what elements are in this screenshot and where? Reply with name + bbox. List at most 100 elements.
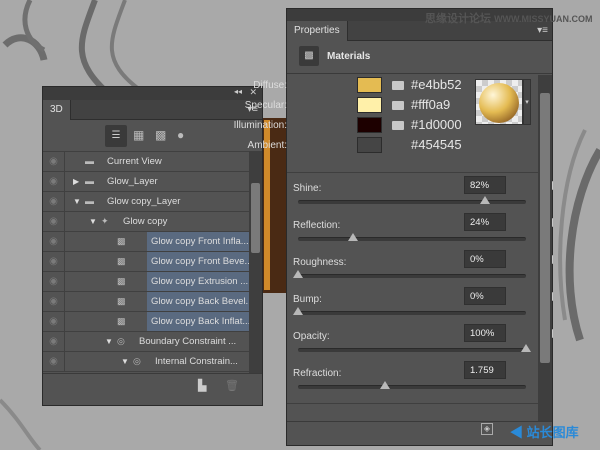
properties-scrollbar[interactable] [538, 75, 552, 421]
color-swatch[interactable] [357, 97, 382, 113]
texture-folder-icon[interactable] [392, 81, 404, 90]
tree-row-label: Glow copy Back Inflat... [151, 316, 251, 327]
watermark: 思缘设计论坛 WWW.MISSYUAN.COM [425, 13, 593, 25]
material-icon: ▩ [117, 236, 126, 246]
slider-value-input[interactable]: 24% [464, 213, 506, 231]
color-label: Illumination: [233, 120, 287, 131]
tree-row-label: Glow copy Front Infla... [151, 236, 249, 247]
slider-value-input[interactable]: 82% [464, 176, 506, 194]
texture-folder-icon[interactable] [392, 101, 404, 110]
tree-row-label: Glow copy Front Beve... [151, 256, 253, 267]
tree-row[interactable]: ◉ ▼ ◎ Boundary Constraint ... [43, 332, 249, 352]
scrollbar-thumb[interactable] [251, 183, 260, 253]
tab-3d[interactable]: 3D [43, 100, 71, 120]
tree-row-label: Boundary Constraint ... [139, 336, 237, 347]
collapse-arrow-icon[interactable]: ▼ [89, 217, 97, 226]
panel-footer: ▙ 🗑 [43, 373, 262, 397]
tree-row[interactable]: ◉ ▩ Glow copy Front Infla... [43, 232, 249, 252]
slider-value-input[interactable]: 100% [464, 324, 506, 342]
slider-thumb[interactable] [521, 344, 531, 352]
tree-scrollbar[interactable] [249, 151, 262, 373]
slider-label: Reflection: [293, 220, 341, 231]
tree-row[interactable]: ◉ ▶ ▬ Glow_Layer [43, 172, 249, 192]
tree-row[interactable]: ◉ ▼ ▬ Glow copy_Layer [43, 192, 249, 212]
tree-row[interactable]: ◉ ▼ ◎ Internal Constrain... [43, 352, 249, 372]
material-icon: ▩ [117, 256, 126, 266]
visibility-eye-icon[interactable]: ◉ [43, 192, 65, 212]
constraint-icon: ◎ [117, 336, 125, 346]
collapse-arrow-icon[interactable]: ▼ [121, 357, 129, 366]
slider-label: Roughness: [293, 257, 347, 268]
trash-icon[interactable]: 🗑 [225, 379, 239, 392]
slider-track[interactable] [293, 270, 526, 278]
scrollbar-thumb[interactable] [540, 93, 550, 363]
material-preview[interactable] [475, 79, 523, 125]
tree-row-label: Glow copy_Layer [107, 196, 181, 207]
tree-row[interactable]: ◉ ▩ Glow copy Back Inflat... [43, 312, 251, 332]
color-label: Specular: [244, 100, 287, 111]
slider-track[interactable] [298, 196, 526, 204]
visibility-eye-icon[interactable]: ◉ [43, 292, 65, 312]
texture-folder-icon[interactable] [392, 121, 404, 130]
material-icon[interactable]: ▩ [155, 128, 166, 142]
material-icon: ▩ [117, 276, 126, 286]
light-icon[interactable]: ● [177, 128, 184, 142]
tree-row-label: Glow_Layer [107, 176, 158, 187]
tree-row[interactable]: ◉ ▩ Glow copy Back Bevel... [43, 292, 253, 312]
3d-cube-icon[interactable]: ◈ [481, 423, 493, 435]
slider-value-input[interactable]: 0% [464, 250, 506, 268]
visibility-eye-icon[interactable]: ◉ [43, 352, 65, 372]
slider-thumb[interactable] [293, 307, 303, 315]
slider-value-input[interactable]: 1.759 [464, 361, 506, 379]
visibility-eye-icon[interactable]: ◉ [43, 252, 65, 272]
visibility-eye-icon[interactable]: ◉ [43, 212, 65, 232]
expand-arrow-icon[interactable]: ▶ [73, 177, 79, 186]
corner-logo: ◀ 站长图库 [510, 425, 579, 440]
slider-thumb[interactable] [347, 233, 358, 241]
visibility-eye-icon[interactable]: ◉ [43, 312, 65, 332]
tree-row[interactable]: ◉ ▬ Current View [43, 152, 249, 172]
slider-thumb[interactable] [479, 196, 490, 204]
visibility-eye-icon[interactable]: ◉ [43, 172, 65, 192]
slider-track[interactable] [293, 307, 526, 315]
slider-thumb[interactable] [379, 381, 390, 389]
tree-row-label: Glow copy Extrusion ... [151, 276, 249, 287]
folder-icon: ▬ [85, 176, 94, 186]
collapse-arrow-icon[interactable]: ▼ [105, 337, 113, 346]
color-swatch[interactable] [357, 117, 382, 133]
tree-row[interactable]: ◉ ▩ Glow copy Extrusion ... [43, 272, 249, 292]
collapse-arrow-icon[interactable]: ▼ [73, 197, 81, 206]
visibility-eye-icon[interactable]: ◉ [43, 272, 65, 292]
color-hex-value: #454545 [411, 137, 462, 152]
panel-menu-icon[interactable]: ▾≡ [537, 25, 548, 36]
tab-properties[interactable]: Properties [287, 21, 348, 41]
tree-row[interactable]: ◉ ▩ Glow copy Front Beve... [43, 252, 253, 272]
color-label: Diffuse: [253, 80, 287, 91]
color-label: Ambient: [247, 140, 287, 151]
slider-label: Shine: [293, 183, 322, 194]
slider-track[interactable] [298, 344, 531, 352]
slider-thumb[interactable] [293, 270, 303, 278]
material-picker-dropdown[interactable]: ▾ [523, 79, 531, 125]
color-swatch[interactable] [357, 77, 382, 93]
visibility-eye-icon[interactable]: ◉ [43, 152, 65, 172]
collapse-icon[interactable]: ◂◂ [234, 87, 242, 96]
slider-label: Opacity: [293, 331, 330, 342]
mesh-icon[interactable]: ▦ [133, 128, 144, 142]
color-swatch[interactable] [357, 137, 382, 153]
new-light-icon[interactable]: ▙ [198, 379, 206, 392]
tree-row[interactable]: ◉ ▼ ✦ Glow copy [43, 212, 249, 232]
constraint-icon: ◎ [133, 356, 141, 366]
tree-row-label: Current View [107, 156, 162, 167]
tree-row-label: Glow copy Back Bevel... [151, 296, 254, 307]
visibility-eye-icon[interactable]: ◉ [43, 332, 65, 352]
slider-value-input[interactable]: 0% [464, 287, 506, 305]
scene-tree: ◉ ▬ Current View ◉ ▶ ▬ Glow_Layer ◉ ▼ ▬ Glow copy_… [43, 151, 253, 373]
material-icon: ▩ [117, 296, 126, 306]
slider-track[interactable] [298, 381, 526, 389]
slider-track[interactable] [298, 233, 526, 241]
section-header: ▩ Materials [287, 41, 552, 74]
visibility-eye-icon[interactable]: ◉ [43, 232, 65, 252]
color-hex-value: #fff0a9 [411, 97, 451, 112]
scene-icon[interactable]: ☰ [105, 125, 127, 147]
